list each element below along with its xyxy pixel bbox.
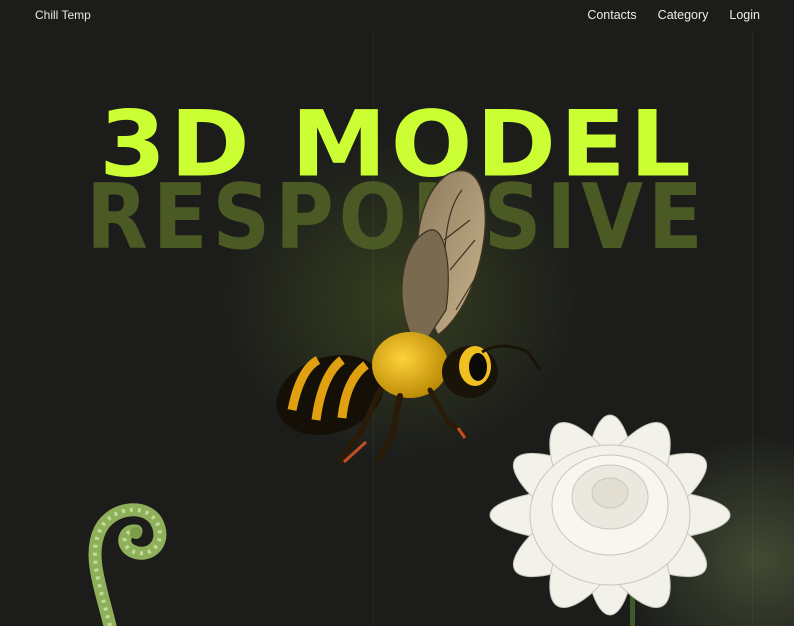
nav-links: Contacts Category Login bbox=[587, 8, 760, 22]
top-nav: Chill Temp Contacts Category Login bbox=[0, 0, 794, 30]
bee-image bbox=[276, 169, 542, 464]
nav-login[interactable]: Login bbox=[729, 8, 760, 22]
nav-contacts[interactable]: Contacts bbox=[587, 8, 636, 22]
nav-category[interactable]: Category bbox=[658, 8, 709, 22]
fern-image bbox=[88, 503, 167, 626]
brand-logo[interactable]: Chill Temp bbox=[35, 8, 91, 22]
